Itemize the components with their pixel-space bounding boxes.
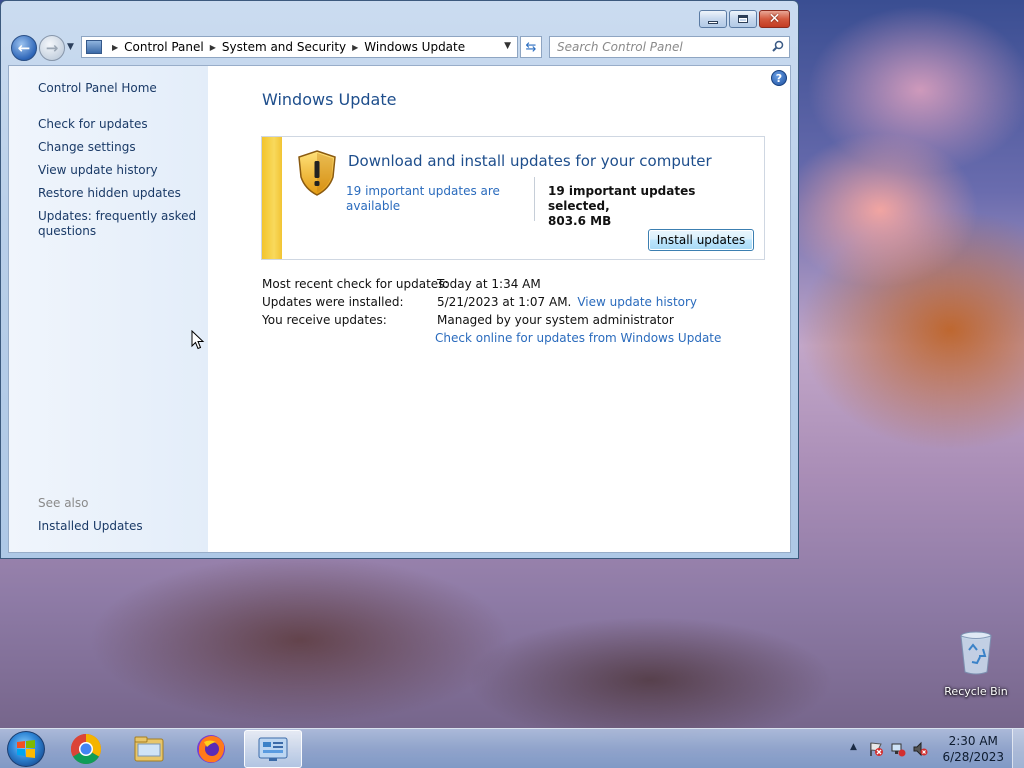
minimize-button[interactable]	[699, 10, 727, 28]
info-value: 5/21/2023 at 1:07 AM.	[437, 295, 572, 309]
see-also-heading: See also	[38, 496, 89, 510]
info-value: Managed by your system administrator	[437, 313, 674, 327]
sidebar-item-restore-hidden-updates[interactable]: Restore hidden updates	[38, 186, 198, 201]
mouse-cursor-icon	[191, 330, 205, 350]
search-icon[interactable]	[772, 40, 784, 52]
info-label: You receive updates:	[262, 313, 387, 327]
panel-divider	[534, 177, 535, 221]
maximize-button[interactable]	[729, 10, 757, 28]
taskbar: ▲ 2:30 AM 6/28/2023	[0, 728, 1024, 768]
file-explorer-icon	[134, 736, 164, 762]
taskbar-file-explorer-button[interactable]	[120, 730, 178, 768]
back-arrow-icon: ←	[17, 39, 31, 57]
address-bar[interactable]: ▶ Control Panel ▶ System and Security ▶ …	[81, 36, 518, 58]
control-panel-icon	[258, 737, 288, 761]
network-icon[interactable]	[890, 741, 906, 757]
refresh-button[interactable]: ⇆	[520, 36, 542, 58]
control-panel-home-link[interactable]: Control Panel Home	[38, 81, 198, 96]
sidebar-item-change-settings[interactable]: Change settings	[38, 140, 198, 155]
forward-button[interactable]: →	[39, 35, 65, 61]
control-panel-icon	[86, 40, 102, 54]
update-status-panel: Download and install updates for your co…	[261, 136, 765, 260]
search-input[interactable]: Search Control Panel	[549, 36, 790, 58]
recent-pages-chevron-icon[interactable]: ▼	[67, 42, 74, 52]
updates-selected-count: 19 important updates selected,	[548, 184, 696, 213]
info-label: Updates were installed:	[262, 295, 404, 309]
sidebar-item-view-update-history[interactable]: View update history	[38, 163, 198, 178]
taskbar-firefox-button[interactable]	[182, 730, 240, 768]
install-updates-button[interactable]: Install updates	[648, 229, 754, 251]
info-value-installed: 5/21/2023 at 1:07 AM. View update history	[437, 295, 697, 309]
breadcrumb-control-panel[interactable]: Control Panel	[124, 40, 204, 54]
recycle-bin-desktop-icon[interactable]: Recycle Bin	[940, 630, 1012, 698]
forward-arrow-icon: →	[45, 39, 59, 57]
system-tray: ▲ 2:30 AM 6/28/2023	[844, 729, 1024, 768]
action-center-flag-icon[interactable]	[868, 741, 884, 757]
recycle-bin-label: Recycle Bin	[944, 685, 1008, 698]
close-button[interactable]: ✕	[759, 10, 790, 28]
status-accent-stripe	[262, 137, 282, 259]
panel-heading: Download and install updates for your co…	[348, 152, 712, 170]
firefox-icon	[197, 735, 225, 763]
taskbar-clock[interactable]: 2:30 AM 6/28/2023	[942, 733, 1004, 765]
show-hidden-icons-chevron-icon[interactable]: ▲	[850, 742, 857, 752]
clock-date: 6/28/2023	[942, 750, 1004, 764]
check-online-windows-update-link[interactable]: Check online for updates from Windows Up…	[435, 331, 721, 345]
address-dropdown-icon[interactable]: ▼	[504, 41, 511, 51]
back-button[interactable]: ←	[11, 35, 37, 61]
taskbar-control-panel-button[interactable]	[244, 730, 302, 768]
close-icon: ✕	[768, 11, 781, 27]
clock-time: 2:30 AM	[948, 734, 998, 748]
info-value: Today at 1:34 AM	[437, 277, 541, 291]
search-placeholder: Search Control Panel	[557, 40, 683, 54]
breadcrumb-arrow-icon[interactable]: ▶	[112, 43, 118, 52]
navigation-bar: ← → ▼ ▶ Control Panel ▶ System and Secur…	[9, 34, 792, 61]
breadcrumb-arrow-icon[interactable]: ▶	[210, 43, 216, 52]
page-title: Windows Update	[262, 90, 397, 109]
see-also-installed-updates-link[interactable]: Installed Updates	[38, 519, 198, 534]
important-updates-available-link[interactable]: 19 important updates are available	[346, 184, 514, 214]
minimize-icon	[708, 20, 718, 24]
start-button[interactable]	[7, 731, 45, 767]
content-area: Control Panel Home Check for updates Cha…	[8, 65, 791, 553]
windows-update-window: ✕ ← → ▼ ▶ Control Panel ▶ System and Sec…	[0, 0, 799, 559]
maximize-icon	[738, 15, 748, 23]
show-desktop-button[interactable]	[1012, 729, 1024, 768]
help-icon[interactable]: ?	[771, 70, 787, 86]
view-update-history-link[interactable]: View update history	[577, 295, 697, 309]
warning-shield-icon	[298, 150, 336, 196]
chrome-icon	[70, 734, 102, 765]
sidebar-item-updates-faq[interactable]: Updates: frequently asked questions	[38, 209, 198, 239]
sidebar-item-check-for-updates[interactable]: Check for updates	[38, 117, 198, 132]
left-navigation-pane: Control Panel Home Check for updates Cha…	[9, 66, 208, 552]
info-label: Most recent check for updates:	[262, 277, 449, 291]
breadcrumb-windows-update[interactable]: Windows Update	[364, 40, 465, 54]
caption-buttons: ✕	[699, 10, 790, 28]
updates-selected-summary: 19 important updates selected, 803.6 MB	[548, 184, 758, 229]
volume-muted-icon[interactable]	[912, 741, 928, 757]
refresh-icon: ⇆	[525, 39, 537, 55]
recycle-bin-icon	[960, 631, 992, 675]
windows-logo-icon	[17, 740, 35, 758]
breadcrumb-arrow-icon[interactable]: ▶	[352, 43, 358, 52]
breadcrumb-system-and-security[interactable]: System and Security	[222, 40, 346, 54]
taskbar-chrome-button[interactable]	[57, 730, 115, 768]
updates-selected-size: 803.6 MB	[548, 214, 612, 228]
